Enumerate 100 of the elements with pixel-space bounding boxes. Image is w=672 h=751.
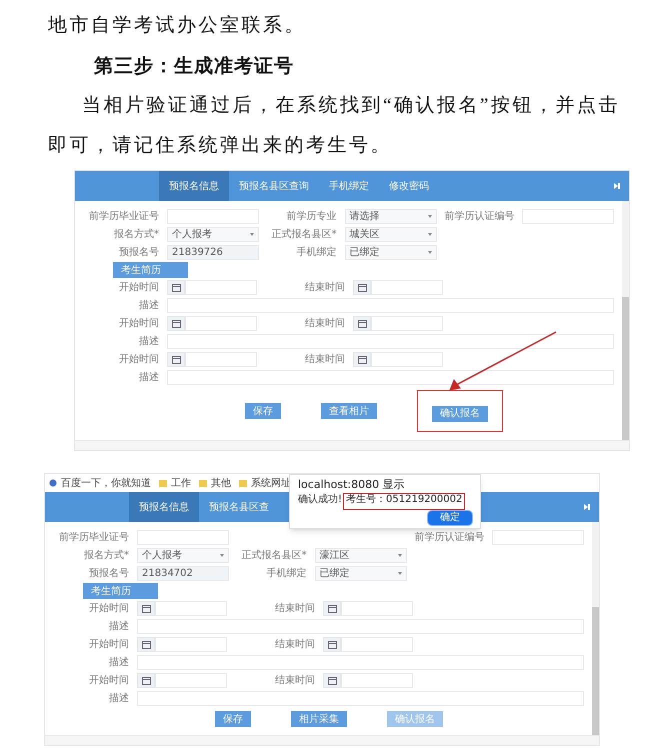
calendar-icon[interactable]: [167, 316, 185, 331]
caret-icon: [428, 214, 432, 218]
date-field[interactable]: [341, 673, 413, 688]
nav-tab[interactable]: 修改密码: [379, 171, 439, 201]
field-label: 前学历毕业证号: [59, 530, 130, 544]
select-field[interactable]: 城关区: [344, 226, 437, 242]
bookmark[interactable]: 其他: [199, 476, 231, 490]
date-field[interactable]: [341, 637, 413, 652]
caret-icon: [428, 250, 432, 254]
section-tab[interactable]: 考生简历: [83, 583, 158, 599]
calendar-icon[interactable]: [323, 637, 341, 652]
field-label: 正式报名县区*: [270, 228, 338, 242]
field-label: 结束时间: [304, 316, 346, 331]
nav-tab[interactable]: 手机绑定: [319, 171, 379, 201]
description-field[interactable]: [167, 298, 614, 313]
field-label: 报名方式*: [83, 548, 130, 562]
date-field[interactable]: [371, 280, 443, 295]
paragraph: 当相片验证通过后，在系统找到“确认报名”按钮，并点击即可，请记住系统弹出来的考生号。: [48, 94, 621, 158]
calendar-icon[interactable]: [323, 673, 341, 688]
action-button[interactable]: 保存: [245, 403, 281, 419]
section-tab[interactable]: 考生简历: [113, 262, 188, 278]
date-field[interactable]: [371, 316, 443, 331]
calendar-icon[interactable]: [353, 316, 371, 331]
caret-icon: [428, 232, 432, 236]
input-field[interactable]: [167, 208, 259, 224]
date-field[interactable]: [341, 601, 413, 616]
folder-icon: [159, 479, 167, 487]
field-label: 描述: [138, 370, 160, 385]
calendar-icon[interactable]: [353, 352, 371, 367]
nav-tab[interactable]: 预报名县区查询: [229, 171, 319, 201]
date-field[interactable]: [155, 637, 227, 652]
input-field[interactable]: [492, 530, 584, 544]
dialog-title: localhost:8080 显示: [298, 478, 406, 491]
field-label: 报名方式*: [113, 228, 160, 242]
action-button[interactable]: 查看相片: [321, 403, 377, 419]
logout-icon[interactable]: [583, 503, 591, 511]
calendar-icon[interactable]: [137, 601, 155, 616]
highlighted-text: 考生号：051219200002: [343, 493, 466, 510]
calendar-icon[interactable]: [167, 280, 185, 295]
field-label: 开始时间: [88, 638, 130, 652]
calendar-icon[interactable]: [167, 352, 185, 367]
select-field[interactable]: 个人报考: [167, 226, 259, 242]
select-field[interactable]: 濠江区: [314, 548, 407, 562]
select-field[interactable]: 个人报考: [137, 548, 229, 562]
calendar-icon[interactable]: [137, 637, 155, 652]
field-label: 前学历认证编号: [444, 210, 516, 224]
nav-tab[interactable]: 预报名信息: [129, 492, 199, 522]
description-field[interactable]: [137, 691, 584, 706]
globe-icon: [49, 479, 57, 487]
date-field[interactable]: [185, 280, 257, 295]
field-label: 开始时间: [88, 602, 130, 616]
input-field[interactable]: [137, 530, 229, 544]
description-field[interactable]: [137, 619, 584, 634]
field-label: 描述: [138, 334, 160, 349]
calendar-icon[interactable]: [137, 673, 155, 688]
bookmark[interactable]: 百度一下，你就知道: [49, 476, 151, 490]
description-field[interactable]: [167, 334, 614, 349]
nav-tab[interactable]: 预报名县区查: [199, 492, 279, 522]
date-field[interactable]: [185, 352, 257, 367]
action-button[interactable]: 确认报名: [432, 406, 488, 422]
input-field[interactable]: 21834702: [137, 566, 229, 580]
description-field[interactable]: [137, 655, 584, 670]
calendar-icon[interactable]: [323, 601, 341, 616]
field-label: 开始时间: [118, 352, 160, 367]
folder-icon: [199, 479, 207, 487]
caret-icon: [398, 572, 402, 574]
caret-icon: [220, 554, 224, 556]
select-field[interactable]: 请选择: [344, 208, 437, 224]
date-field[interactable]: [155, 673, 227, 688]
scrollbar[interactable]: [622, 201, 629, 440]
caret-icon: [398, 554, 402, 556]
action-button[interactable]: 保存: [215, 711, 251, 727]
date-field[interactable]: [185, 316, 257, 331]
calendar-icon[interactable]: [353, 280, 371, 295]
step-heading: 第三步：生成准考证号: [93, 54, 295, 79]
input-field[interactable]: 21839726: [167, 244, 259, 260]
field-label: 前学历专业: [286, 210, 338, 224]
paragraph: 地市自学考试办公室联系。: [48, 14, 307, 38]
field-label: 预报名号: [88, 566, 130, 580]
date-field[interactable]: [155, 601, 227, 616]
input-field[interactable]: [522, 208, 614, 224]
date-field[interactable]: [371, 352, 443, 367]
description-field[interactable]: [167, 370, 614, 385]
logout-icon[interactable]: [613, 182, 621, 190]
field-label: 预报名号: [118, 246, 160, 260]
field-label: 结束时间: [274, 638, 316, 652]
field-label: 结束时间: [304, 280, 346, 295]
field-label: 描述: [108, 656, 130, 670]
select-field[interactable]: 已绑定: [314, 566, 407, 580]
action-button[interactable]: 相片采集: [291, 711, 347, 727]
bookmark[interactable]: 工作: [159, 476, 191, 490]
field-label: 开始时间: [88, 674, 130, 688]
scrollbar[interactable]: [592, 522, 599, 735]
ok-button[interactable]: 确定: [428, 511, 472, 525]
select-field[interactable]: 已绑定: [344, 244, 437, 260]
field-label: 前学历毕业证号: [89, 210, 160, 224]
field-label: 开始时间: [118, 280, 160, 295]
field-label: 手机绑定: [296, 246, 338, 260]
nav-tab[interactable]: 预报名信息: [159, 171, 229, 201]
field-label: 前学历认证编号: [414, 530, 486, 544]
